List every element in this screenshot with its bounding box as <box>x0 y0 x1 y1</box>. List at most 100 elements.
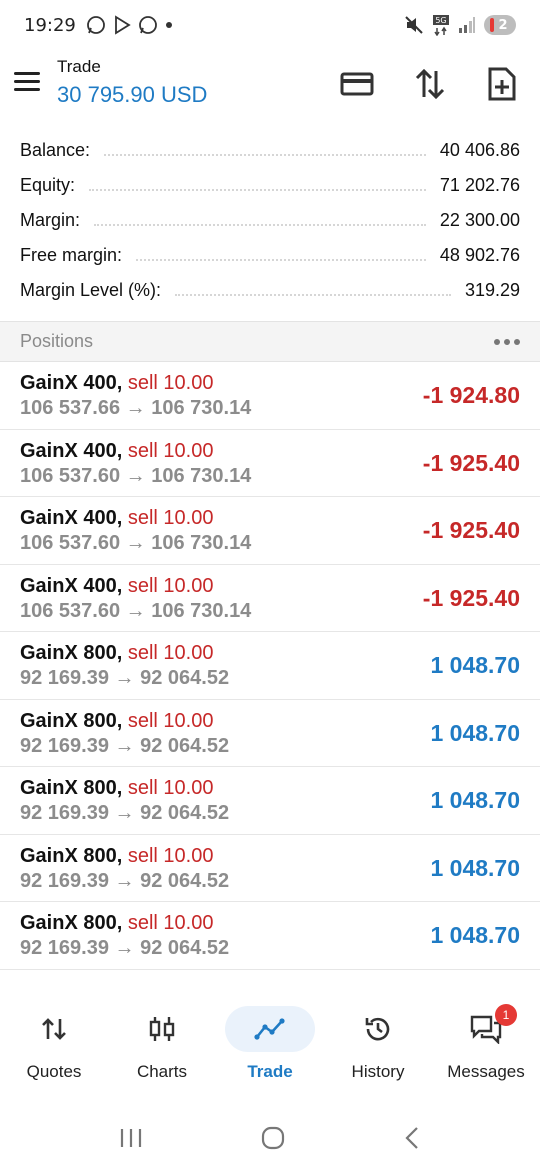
position-row[interactable]: GainX 400, sell 10.00 106 537.60 → 106 7… <box>0 565 540 632</box>
position-side: sell 10.00 <box>127 844 214 867</box>
dotted-leader <box>136 258 426 261</box>
position-profit: 1 048.70 <box>430 922 520 948</box>
position-prices: 92 169.39 → 92 064.52 <box>20 869 230 892</box>
nav-label: History <box>351 1062 405 1081</box>
network-5g-icon: 5G <box>433 15 449 36</box>
position-row[interactable]: GainX 800, sell 10.00 92 169.39 → 92 064… <box>0 767 540 835</box>
menu-icon[interactable] <box>14 66 44 96</box>
summary-value: 40 406.86 <box>439 140 520 160</box>
position-side: sell 10.00 <box>127 642 214 664</box>
position-side: sell 10.00 <box>127 912 214 934</box>
bottom-nav: Quotes Charts Trade History 1 Messages <box>0 1000 540 1090</box>
position-symbol: GainX 800, <box>20 642 123 664</box>
signal-icon <box>459 17 475 33</box>
messages-icon: 1 <box>441 1004 531 1052</box>
position-symbol: GainX 800, <box>20 844 123 867</box>
app-header: Trade 30 795.90 USD <box>0 52 540 114</box>
notification-dot-icon <box>165 22 172 28</box>
position-row[interactable]: GainX 800, sell 10.00 92 169.39 → 92 064… <box>0 835 540 902</box>
whatsapp-icon <box>138 16 157 34</box>
position-symbol: GainX 800, <box>20 777 123 799</box>
trade-icon <box>225 1006 315 1052</box>
nav-trade[interactable]: Trade <box>216 1000 324 1090</box>
summary-row-free-margin: Free margin: 48 902.76 <box>0 238 540 273</box>
quotes-icon <box>9 1006 99 1052</box>
more-options-icon[interactable] <box>494 338 520 345</box>
summary-label: Margin Level (%): <box>20 280 162 300</box>
position-prices: 106 537.60 → 106 730.14 <box>20 599 252 622</box>
position-profit: 1 048.70 <box>430 719 520 746</box>
position-side: sell 10.00 <box>127 507 214 529</box>
nav-label: Quotes <box>26 1062 82 1081</box>
position-row[interactable]: GainX 400, sell 10.00 106 537.60 → 106 7… <box>0 430 540 497</box>
system-nav-bar <box>0 1110 540 1166</box>
sort-icon[interactable] <box>410 64 450 104</box>
position-side: sell 10.00 <box>127 574 214 597</box>
nav-label: Charts <box>136 1062 188 1081</box>
summary-value: 71 202.76 <box>439 175 520 195</box>
summary-value: 48 902.76 <box>439 245 520 265</box>
position-row[interactable]: GainX 800, sell 10.00 92 169.39 → 92 064… <box>0 902 540 970</box>
position-symbol: GainX 800, <box>20 709 123 732</box>
page-title: Trade <box>57 57 101 76</box>
nav-charts[interactable]: Charts <box>108 1000 216 1090</box>
position-side: sell 10.00 <box>127 372 214 394</box>
charts-icon <box>117 1006 207 1052</box>
position-prices: 106 537.66 → 106 730.14 <box>20 397 252 419</box>
positions-title: Positions <box>20 331 94 351</box>
nav-quotes[interactable]: Quotes <box>0 1000 108 1090</box>
position-profit: -1 925.40 <box>422 584 520 611</box>
summary-row-equity: Equity: 71 202.76 <box>0 168 540 203</box>
position-profit: 1 048.70 <box>430 652 520 678</box>
dotted-leader <box>89 188 426 191</box>
position-side: sell 10.00 <box>127 439 214 462</box>
summary-label: Balance: <box>20 140 91 160</box>
position-row[interactable]: GainX 800, sell 10.00 92 169.39 → 92 064… <box>0 700 540 767</box>
whatsapp-icon <box>86 16 105 34</box>
position-prices: 106 537.60 → 106 730.14 <box>20 532 252 554</box>
position-side: sell 10.00 <box>127 777 214 799</box>
status-bar: 19:29 5G 2 <box>0 0 540 50</box>
svg-text:5G: 5G <box>435 16 446 25</box>
new-order-icon[interactable] <box>482 64 522 104</box>
summary-label: Free margin: <box>20 245 123 265</box>
position-row[interactable]: GainX 400, sell 10.00 106 537.66 → 106 7… <box>0 362 540 430</box>
position-profit: 1 048.70 <box>430 854 520 881</box>
mute-icon <box>405 16 423 34</box>
nav-label: Trade <box>247 1062 293 1081</box>
position-prices: 92 169.39 → 92 064.52 <box>20 667 230 689</box>
position-row[interactable]: GainX 400, sell 10.00 106 537.60 → 106 7… <box>0 497 540 565</box>
positions-header: Positions <box>0 321 540 362</box>
history-icon <box>333 1006 423 1052</box>
summary-row-margin: Margin: 22 300.00 <box>0 203 540 238</box>
position-profit: -1 925.40 <box>422 517 520 543</box>
position-profit: -1 925.40 <box>422 449 520 476</box>
nav-history[interactable]: History <box>324 1000 432 1090</box>
play-store-icon <box>114 15 131 35</box>
position-prices: 92 169.39 → 92 064.52 <box>20 802 230 824</box>
summary-row-margin-level: Margin Level (%): 319.29 <box>0 273 540 308</box>
position-symbol: GainX 400, <box>20 439 123 462</box>
summary-label: Margin: <box>20 210 81 230</box>
back-icon[interactable] <box>402 1125 422 1151</box>
summary-value: 319.29 <box>464 280 520 300</box>
position-symbol: GainX 400, <box>20 574 123 597</box>
position-profit: 1 048.70 <box>430 787 520 813</box>
deposit-card-icon[interactable] <box>337 64 377 104</box>
equity-display: 30 795.90 USD <box>57 82 208 107</box>
position-symbol: GainX 800, <box>20 912 123 934</box>
position-symbol: GainX 400, <box>20 507 123 529</box>
summary-label: Equity: <box>20 175 76 195</box>
home-icon[interactable] <box>260 1125 286 1151</box>
dotted-leader <box>104 153 426 156</box>
position-prices: 106 537.60 → 106 730.14 <box>20 464 252 487</box>
nav-messages[interactable]: 1 Messages <box>432 1000 540 1090</box>
battery-level: 2 <box>498 17 508 33</box>
dotted-leader <box>175 293 451 296</box>
position-prices: 92 169.39 → 92 064.52 <box>20 734 230 757</box>
position-row[interactable]: GainX 800, sell 10.00 92 169.39 → 92 064… <box>0 632 540 700</box>
recent-apps-icon[interactable] <box>118 1126 144 1150</box>
nav-label: Messages <box>447 1062 525 1081</box>
summary-row-balance: Balance: 40 406.86 <box>0 133 540 168</box>
messages-badge: 1 <box>495 1004 517 1026</box>
